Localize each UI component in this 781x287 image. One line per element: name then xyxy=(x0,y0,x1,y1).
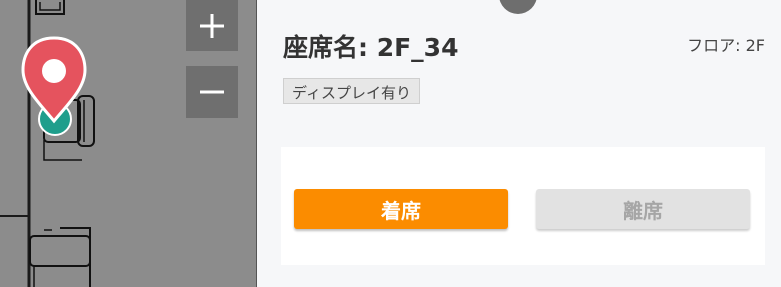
checkout-button[interactable]: 離席 xyxy=(536,189,750,229)
action-card: 着席 離席 xyxy=(281,147,765,265)
minus-icon xyxy=(200,90,224,94)
map-pin-icon xyxy=(21,36,87,124)
zoom-out-button[interactable] xyxy=(186,66,238,118)
checkin-button[interactable]: 着席 xyxy=(294,189,508,229)
seat-feature-tag: ディスプレイ有り xyxy=(283,78,420,104)
zoom-in-button[interactable] xyxy=(186,0,238,51)
panel-handle[interactable] xyxy=(499,0,537,14)
seat-name-title: 座席名: 2F_34 xyxy=(283,33,459,62)
plus-icon xyxy=(200,13,224,38)
floor-map[interactable] xyxy=(0,0,256,287)
seat-detail-panel: 座席名: 2F_34 フロア: 2F ディスプレイ有り 着席 離席 xyxy=(256,0,781,287)
floor-label: フロア: 2F xyxy=(687,36,765,55)
